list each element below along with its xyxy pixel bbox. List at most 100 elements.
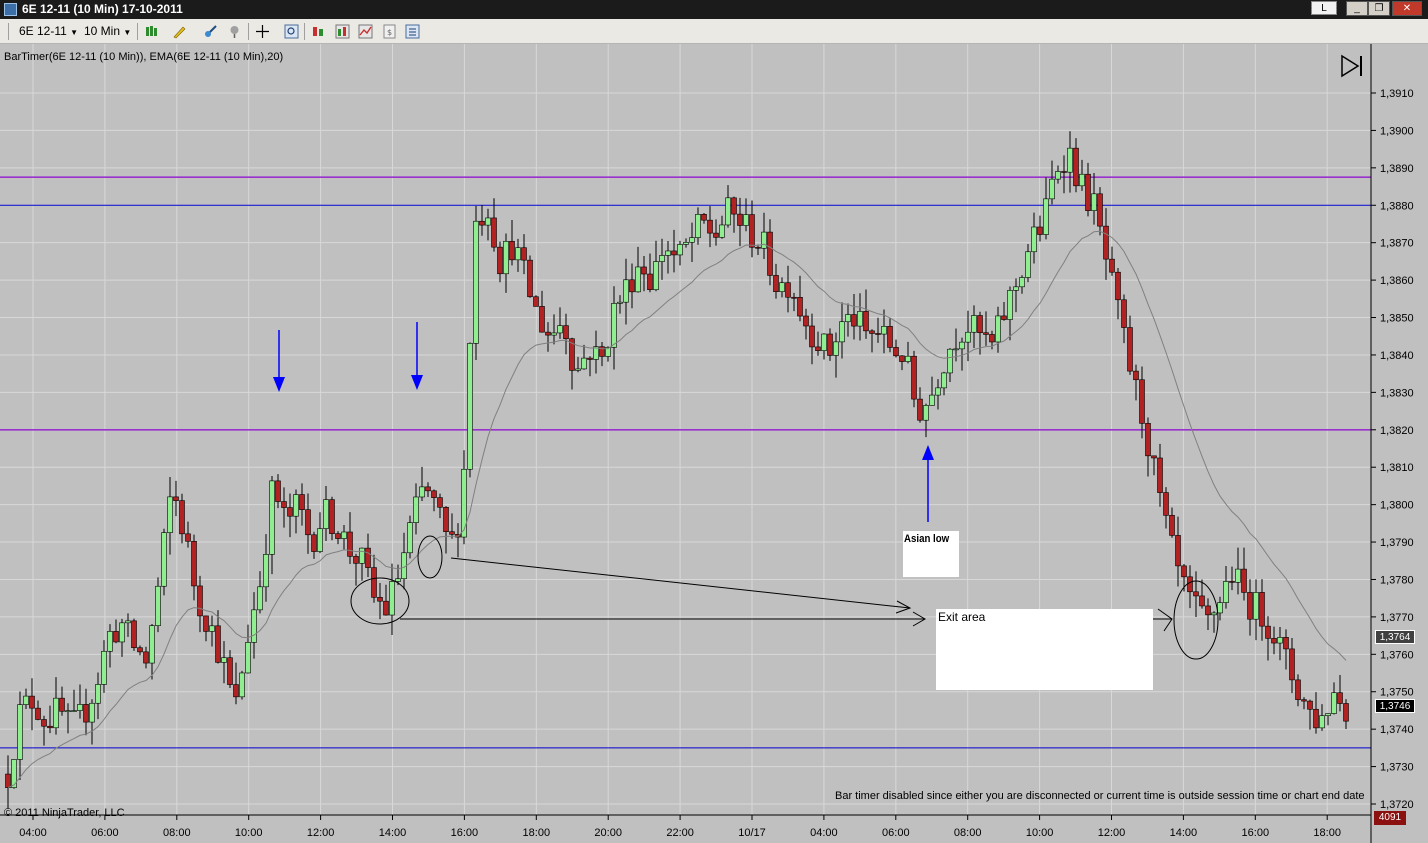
instrument-label: 6E 12-11 [19,24,67,38]
candle-body [1115,271,1121,301]
candle-body [785,282,791,298]
candle-body [221,657,227,663]
candle-body [1151,455,1157,459]
candle-body [1043,198,1049,235]
candle-body [1103,225,1109,260]
candle-body [29,695,35,709]
candle-body [953,348,959,351]
candle-body [335,533,341,539]
instrument-selector[interactable]: 6E 12-11 ▼ [19,24,78,38]
x-tick-label: 06:00 [91,827,119,839]
candle-body [1289,648,1295,681]
candle-body [1259,592,1265,627]
indicators-icon[interactable] [335,24,350,39]
restore-button[interactable]: ❐ [1368,1,1390,16]
data-box-icon[interactable]: $ [382,24,397,39]
time-axis: 04:00 06:00 08:00 10:00 12:00 14:00 16:00 18:00… [19,815,1341,839]
toolbar-separator [248,23,249,40]
x-tick-label: 14:00 [379,827,407,839]
y-tick-label: 1,3880 [1380,200,1414,212]
app-icon [4,3,17,16]
candle-body [389,581,395,616]
candle-body [125,620,131,624]
candle-body [869,330,875,334]
candle-body [1283,637,1289,650]
interval-selector[interactable]: 10 Min ▼ [84,24,131,38]
crosshair-icon[interactable] [255,24,270,39]
y-tick-label: 1,3850 [1380,313,1414,325]
candle-body [497,246,503,275]
candle-body [887,326,893,348]
link-button[interactable]: L [1311,1,1337,15]
candle-body [1133,370,1139,381]
candle-body [875,333,881,335]
candle-body [233,684,239,698]
candle-body [533,296,539,307]
minimize-button[interactable]: _ [1346,1,1368,16]
bar-type-icon[interactable] [144,24,159,39]
x-tick-label: 08:00 [163,827,191,839]
candle-body [977,315,983,334]
candle-body [935,387,941,396]
candle-body [143,651,149,664]
candle-body [491,217,497,248]
candle-body [755,246,761,249]
candle-body [341,531,347,539]
candle-body [647,273,653,291]
candle-body [911,355,917,400]
candle-body [773,275,779,292]
candle-body [635,266,641,293]
candle-body [893,347,899,357]
candle-body [311,534,317,552]
properties-icon[interactable] [405,24,420,39]
candle-body [551,332,557,336]
chevron-down-icon: ▼ [123,28,132,37]
scroll-to-end-icon[interactable] [1340,54,1364,78]
candle-body [215,625,221,663]
y-tick-label: 1,3760 [1380,649,1414,661]
candle-body [587,357,593,360]
candle-body [437,497,443,508]
candle-body [857,311,863,327]
pin-icon[interactable] [227,24,242,39]
x-tick-label: 04:00 [19,827,47,839]
candle-body [803,315,809,327]
draw-tools-icon[interactable] [203,24,218,39]
candle-body [449,531,455,535]
candle-body [1079,173,1085,187]
x-tick-label: 20:00 [594,827,622,839]
candle-body [545,331,551,336]
chart-style-icon[interactable] [311,24,326,39]
candle-body [53,697,59,729]
candle-body [839,321,845,343]
candle-body [689,237,695,243]
close-button[interactable]: ✕ [1392,1,1422,16]
candle-body [1007,290,1013,320]
candle-body [983,332,989,335]
candle-body [239,672,245,698]
candle-body [1211,612,1217,616]
candle-body [305,509,311,536]
interval-label: 10 Min [84,24,121,38]
y-tick-label: 1,3770 [1380,612,1414,624]
candle-body [287,507,293,517]
candle-body [1139,379,1145,424]
candle-body [677,244,683,256]
candle-body [1187,576,1193,593]
window-titlebar: 6E 12-11 (10 Min) 17-10-2011 L _ ❐ ✕ [0,0,1428,19]
strategies-icon[interactable] [358,24,373,39]
zoom-icon[interactable] [284,24,299,39]
candle-body [641,266,647,275]
y-tick-label: 1,3820 [1380,425,1414,437]
y-tick-label: 1,3810 [1380,462,1414,474]
candle-body [293,494,299,517]
candle-body [1337,692,1343,704]
candle-body [1193,591,1199,597]
candle-body [971,315,977,333]
price-chart[interactable]: 1,3720 1,3730 1,3740 1,3750 1,3760 1,3770 1,37… [0,44,1428,843]
candle-body [323,499,329,529]
draw-pencil-icon[interactable] [172,24,187,39]
x-tick-label: 12:00 [1098,827,1126,839]
candle-body [77,704,83,711]
candle-body [683,242,689,245]
